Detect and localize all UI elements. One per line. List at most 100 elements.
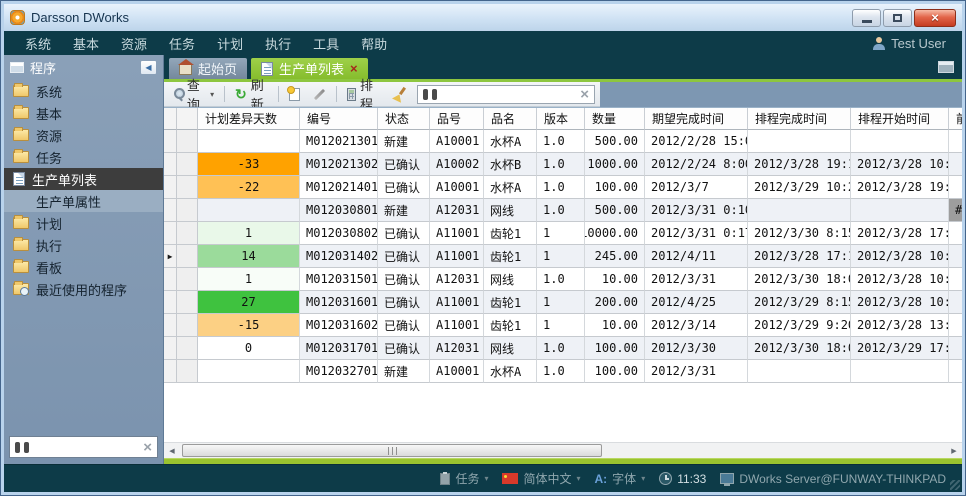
toolbar-button-broom-icon[interactable] — [388, 85, 412, 103]
table-row[interactable]: M012030801新建A12031网线1.0500.002012/3/31 0… — [164, 199, 962, 222]
column-header-status[interactable]: 状态 — [378, 108, 430, 130]
column-header-color[interactable]: 前 — [949, 108, 962, 130]
resize-grip-icon[interactable] — [950, 480, 960, 490]
user-area[interactable]: Test User — [873, 36, 952, 51]
collapse-sidebar-button[interactable]: ◀ — [140, 60, 157, 75]
sidebar-item-3[interactable]: 任务 — [4, 146, 163, 168]
column-header-item_no[interactable]: 品号 — [430, 108, 484, 130]
sidebar-item-0[interactable]: 系统 — [4, 80, 163, 102]
cell-sched_finish — [748, 360, 851, 383]
row-selector-cell[interactable] — [177, 153, 198, 176]
column-header-diff[interactable]: 计划差异天数 — [198, 108, 300, 130]
row-selector-cell[interactable] — [177, 268, 198, 291]
table-row[interactable]: -22M012021401已确认A10001水杯A1.0100.002012/3… — [164, 176, 962, 199]
menu-item-5[interactable]: 执行 — [254, 31, 302, 56]
column-header-item_name[interactable]: 品名 — [484, 108, 537, 130]
search-icon — [174, 88, 183, 100]
table-row[interactable]: ▶14M012031402已确认A11001齿轮11245.002012/4/1… — [164, 245, 962, 268]
cell-qty: 100.00 — [585, 337, 645, 360]
folder-recent-icon — [13, 283, 29, 295]
cell-sched_start: 2012/3/28 10:52 — [851, 268, 949, 291]
table-row[interactable]: 27M012031601已确认A11001齿轮11200.002012/4/25… — [164, 291, 962, 314]
sidebar-item-7[interactable]: 执行 — [4, 234, 163, 256]
cell-diff: -22 — [198, 176, 300, 199]
float-window-icon[interactable] — [938, 61, 954, 73]
menu-item-1[interactable]: 基本 — [62, 31, 110, 56]
clear-search-icon[interactable]: × — [580, 87, 589, 102]
cell-sched_finish: 2012/3/29 10:20 — [748, 176, 851, 199]
horizontal-scrollbar[interactable]: ◀ ▶ — [164, 442, 962, 458]
cell-diff: 1 — [198, 222, 300, 245]
scroll-right-icon[interactable]: ▶ — [946, 443, 962, 458]
status-item-label: 任务 — [455, 470, 479, 487]
table-row[interactable]: 0M012031701已确认A12031网线1.0100.002012/3/30… — [164, 337, 962, 360]
minimize-icon — [862, 20, 872, 23]
sidebar-item-4[interactable]: 生产单列表 — [4, 168, 163, 190]
table-row[interactable]: -15M012031602已确认A11001齿轮1110.002012/3/14… — [164, 314, 962, 337]
sidebar-item-2[interactable]: 资源 — [4, 124, 163, 146]
cell-no: M012031602 — [300, 314, 378, 337]
menu-item-3[interactable]: 任务 — [158, 31, 206, 56]
row-selector-cell[interactable] — [177, 291, 198, 314]
row-indicator-header — [164, 108, 177, 130]
row-selector-cell[interactable] — [177, 337, 198, 360]
sidebar-item-9[interactable]: 最近使用的程序 — [4, 278, 163, 300]
close-button[interactable]: × — [914, 9, 956, 27]
column-header-version[interactable]: 版本 — [537, 108, 585, 130]
scrollbar-track[interactable] — [180, 443, 946, 458]
toolbar-search-box[interactable]: × — [417, 85, 595, 104]
column-header-no[interactable]: 编号 — [300, 108, 378, 130]
row-selector-cell[interactable] — [177, 245, 198, 268]
scroll-left-icon[interactable]: ◀ — [164, 443, 180, 458]
status-item-1[interactable]: 简体中文▾ — [502, 470, 580, 487]
table-row[interactable]: M012021301新建A10001水杯A1.0500.002012/2/28 … — [164, 130, 962, 153]
sidebar-item-label: 生产单属性 — [36, 192, 101, 211]
sidebar-search-box[interactable]: × — [9, 436, 158, 458]
menu-item-6[interactable]: 工具 — [302, 31, 350, 56]
column-header-qty[interactable]: 数量 — [585, 108, 645, 130]
status-item-0[interactable]: 任务▾ — [440, 470, 488, 487]
row-selector-cell[interactable] — [177, 130, 198, 153]
cell-expect: 2012/2/24 8:00 — [645, 153, 748, 176]
row-selector-cell[interactable] — [177, 360, 198, 383]
font-a-icon: A: — [595, 472, 608, 486]
toolbar-button-new-document-icon[interactable] — [284, 86, 305, 103]
cell-diff — [198, 360, 300, 383]
column-header-sched_start[interactable]: 排程开始时间 — [851, 108, 949, 130]
table-row[interactable]: 1M012030802已确认A11001齿轮1110000.002012/3/3… — [164, 222, 962, 245]
row-selector-cell[interactable] — [177, 176, 198, 199]
sidebar-search-input[interactable] — [34, 440, 138, 454]
menu-item-0[interactable]: 系统 — [14, 31, 62, 56]
toolbar-search-input[interactable] — [441, 87, 576, 101]
minimize-button[interactable] — [852, 9, 881, 27]
sidebar-item-6[interactable]: 计划 — [4, 212, 163, 234]
row-selector-cell[interactable] — [177, 199, 198, 222]
folder-icon — [13, 129, 29, 141]
table-row[interactable]: -33M012021302已确认A10002水杯B1.01000.002012/… — [164, 153, 962, 176]
toolbar-separator — [278, 86, 279, 102]
sidebar-item-8[interactable]: 看板 — [4, 256, 163, 278]
document-icon — [261, 62, 273, 76]
menu-item-4[interactable]: 计划 — [206, 31, 254, 56]
table-row[interactable]: 1M012031501已确认A12031网线1.010.002012/3/312… — [164, 268, 962, 291]
table-row[interactable]: M012032701新建A10001水杯A1.0100.002012/3/31 — [164, 360, 962, 383]
sidebar-item-1[interactable]: 基本 — [4, 102, 163, 124]
row-selector-cell[interactable] — [177, 314, 198, 337]
status-item-2[interactable]: A:字体▾ — [595, 470, 646, 487]
menu-item-7[interactable]: 帮助 — [350, 31, 398, 56]
clear-search-icon[interactable]: × — [143, 440, 152, 455]
sidebar-item-5[interactable]: 生产单属性 — [4, 190, 163, 212]
column-header-expect[interactable]: 期望完成时间 — [645, 108, 748, 130]
scrollbar-thumb[interactable] — [182, 444, 602, 457]
cell-sched_finish — [748, 199, 851, 222]
cell-diff — [198, 130, 300, 153]
cell-sched_start — [851, 360, 949, 383]
cell-expect: 2012/4/25 — [645, 291, 748, 314]
sidebar-item-label: 资源 — [36, 126, 62, 145]
menu-item-2[interactable]: 资源 — [110, 31, 158, 56]
cell-sched_start: 2012/3/28 10:52 — [851, 291, 949, 314]
maximize-button[interactable] — [883, 9, 912, 27]
toolbar-button-pencil-icon[interactable] — [308, 91, 331, 98]
column-header-sched_finish[interactable]: 排程完成时间 — [748, 108, 851, 130]
row-selector-cell[interactable] — [177, 222, 198, 245]
